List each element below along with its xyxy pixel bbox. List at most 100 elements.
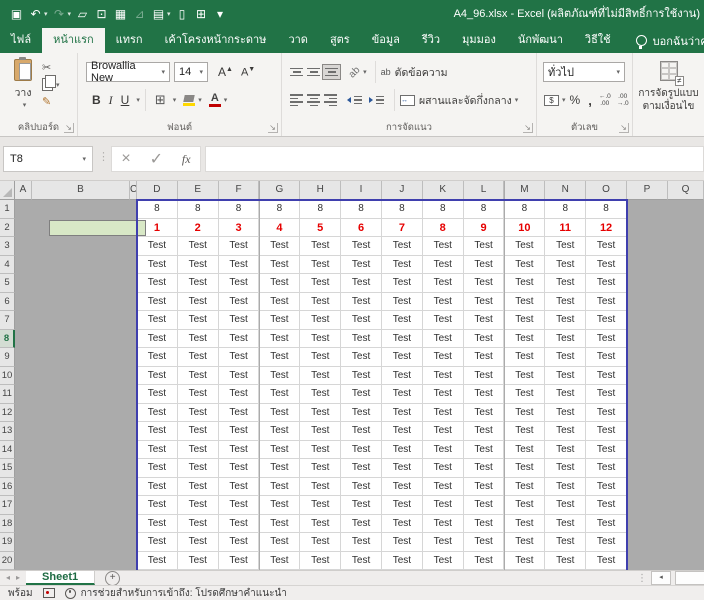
cell-E5[interactable]: Test [178, 274, 219, 293]
cell-I12[interactable]: Test [341, 404, 382, 423]
sheet-next-icon[interactable]: ▸ [16, 571, 26, 585]
dialog-launcher-alignment[interactable]: ↘ [523, 123, 533, 133]
cell-K10[interactable]: Test [423, 367, 464, 386]
cell-E1[interactable]: 8 [178, 200, 219, 219]
dialog-launcher-font[interactable]: ↘ [268, 123, 278, 133]
cell-H8[interactable]: Test [300, 330, 341, 349]
cell-J12[interactable]: Test [382, 404, 423, 423]
open-folder-icon[interactable]: ▱ [74, 0, 91, 28]
cell-I8[interactable]: Test [341, 330, 382, 349]
cell-H3[interactable]: Test [300, 237, 341, 256]
cell-F1[interactable]: 8 [219, 200, 260, 219]
cell-N6[interactable]: Test [545, 293, 586, 312]
cell-E4[interactable]: Test [178, 256, 219, 275]
cell-L8[interactable]: Test [464, 330, 505, 349]
cell-G19[interactable]: Test [260, 533, 301, 552]
cell-K4[interactable]: Test [423, 256, 464, 275]
cell-H19[interactable]: Test [300, 533, 341, 552]
cell-E19[interactable]: Test [178, 533, 219, 552]
select-all-corner[interactable] [0, 181, 15, 200]
cell-K6[interactable]: Test [423, 293, 464, 312]
copy-button[interactable]: ▾ [42, 78, 60, 91]
cell-G2[interactable]: 4 [260, 219, 301, 238]
cell-J10[interactable]: Test [382, 367, 423, 386]
tab-home[interactable]: หน้าแรก [42, 28, 105, 53]
cell-F11[interactable]: Test [219, 385, 260, 404]
column-header-A[interactable]: A [15, 181, 32, 200]
cell-J1[interactable]: 8 [382, 200, 423, 219]
cell-L6[interactable]: Test [464, 293, 505, 312]
cell-K2[interactable]: 8 [423, 219, 464, 238]
cell-L1[interactable]: 8 [464, 200, 505, 219]
font-size-select[interactable]: 14▾ [174, 62, 208, 82]
fill-caret-icon[interactable]: ▾ [198, 96, 202, 104]
cell-F13[interactable]: Test [219, 422, 260, 441]
cell-M20[interactable]: Test [505, 552, 546, 571]
borders-button[interactable]: ⊞ [151, 92, 170, 108]
cell-M13[interactable]: Test [505, 422, 546, 441]
cell-J16[interactable]: Test [382, 478, 423, 497]
cell-F4[interactable]: Test [219, 256, 260, 275]
cell-G15[interactable]: Test [260, 459, 301, 478]
cell-K19[interactable]: Test [423, 533, 464, 552]
cell-N8[interactable]: Test [545, 330, 586, 349]
tab-data[interactable]: ข้อมูล [361, 28, 411, 53]
cell-I7[interactable]: Test [341, 311, 382, 330]
cell-N15[interactable]: Test [545, 459, 586, 478]
save-icon[interactable]: ▣ [8, 0, 25, 28]
row-header-6[interactable]: 6 [0, 293, 15, 312]
cell-M5[interactable]: Test [505, 274, 546, 293]
cell-D4[interactable]: Test [137, 256, 178, 275]
cell-H16[interactable]: Test [300, 478, 341, 497]
cell-D10[interactable]: Test [137, 367, 178, 386]
cell-N4[interactable]: Test [545, 256, 586, 275]
grow-font-button[interactable]: A▲ [214, 65, 237, 79]
name-box[interactable]: T8 ▾ [3, 146, 93, 172]
cell-N7[interactable]: Test [545, 311, 586, 330]
cell-E15[interactable]: Test [178, 459, 219, 478]
cell-H20[interactable]: Test [300, 552, 341, 571]
cell-E2[interactable]: 2 [178, 219, 219, 238]
cell-D8[interactable]: Test [137, 330, 178, 349]
underline-button[interactable]: U [117, 93, 134, 107]
column-header-I[interactable]: I [341, 181, 382, 200]
conditional-formatting-button[interactable]: ≠ การจัดรูปแบบ ตามเงื่อนไข [633, 61, 704, 113]
cell-N11[interactable]: Test [545, 385, 586, 404]
cell-F5[interactable]: Test [219, 274, 260, 293]
cell-O14[interactable]: Test [586, 441, 627, 460]
orientation-caret-icon[interactable]: ▾ [363, 68, 367, 76]
align-middle-button[interactable] [305, 65, 322, 80]
cell-D12[interactable]: Test [137, 404, 178, 423]
cell-J9[interactable]: Test [382, 348, 423, 367]
cell-J8[interactable]: Test [382, 330, 423, 349]
cell-I10[interactable]: Test [341, 367, 382, 386]
cell-L2[interactable]: 9 [464, 219, 505, 238]
cell-N12[interactable]: Test [545, 404, 586, 423]
column-header-J[interactable]: J [382, 181, 423, 200]
cell-N16[interactable]: Test [545, 478, 586, 497]
row-header-16[interactable]: 16 [0, 478, 15, 497]
cell-L18[interactable]: Test [464, 515, 505, 534]
cell-I4[interactable]: Test [341, 256, 382, 275]
tab-draw[interactable]: วาด [277, 28, 319, 53]
cell-E14[interactable]: Test [178, 441, 219, 460]
cell-Q1[interactable]: 9 [668, 200, 704, 219]
cell-I6[interactable]: Test [341, 293, 382, 312]
cell-L16[interactable]: Test [464, 478, 505, 497]
cell-K5[interactable]: Test [423, 274, 464, 293]
hscroll-track[interactable] [675, 571, 704, 585]
row-header-12[interactable]: 12 [0, 404, 15, 423]
cut-button[interactable]: ✂ [42, 61, 51, 74]
cell-O16[interactable]: Test [586, 478, 627, 497]
cell-G7[interactable]: Test [260, 311, 301, 330]
cell-N1[interactable]: 8 [545, 200, 586, 219]
row-header-15[interactable]: 15 [0, 459, 15, 478]
cell-F7[interactable]: Test [219, 311, 260, 330]
cell-G4[interactable]: Test [260, 256, 301, 275]
increase-indent-button[interactable] [368, 93, 386, 108]
cell-G14[interactable]: Test [260, 441, 301, 460]
cell-G1[interactable]: 8 [260, 200, 301, 219]
cell-D6[interactable]: Test [137, 293, 178, 312]
tab-view[interactable]: มุมมอง [451, 28, 507, 53]
cell-J20[interactable]: Test [382, 552, 423, 571]
